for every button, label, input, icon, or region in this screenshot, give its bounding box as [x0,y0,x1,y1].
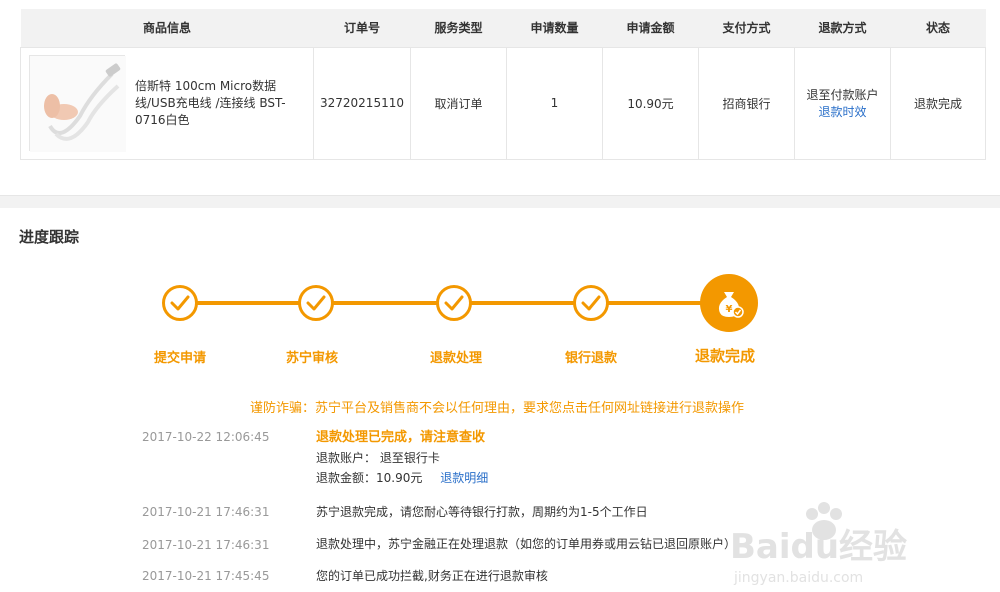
svg-text:¥: ¥ [726,304,733,315]
refund-detail-link[interactable]: 退款明细 [440,471,488,485]
step-3-check-icon [436,285,472,321]
order-panel: 商品信息 订单号 服务类型 申请数量 申请金额 支付方式 退款方式 状态 倍斯特… [0,0,1000,196]
progress-title: 进度跟踪 [19,228,80,246]
log-time-2: 2017-10-21 17:46:31 [142,505,270,519]
product-name-link[interactable]: 倍斯特 100cm Micro数据线/USB充电线 /连接线 BST-0716白… [135,78,307,129]
refund-method-text: 退至付款账户 [806,88,879,102]
header-quantity: 申请数量 [506,9,603,47]
step-label-processing: 退款处理 [429,351,482,366]
quantity-cell: 1 [506,46,603,160]
header-amount: 申请金额 [602,9,699,47]
table-header-row: 商品信息 订单号 服务类型 申请数量 申请金额 支付方式 退款方式 状态 [20,9,986,47]
order-no-cell: 32720215110 [313,46,411,160]
step-1-check-icon [162,285,198,321]
header-service-type: 服务类型 [410,9,507,47]
log-time-1: 2017-10-22 12:06:45 [142,430,270,444]
header-refund-method: 退款方式 [794,9,891,47]
refund-order-table: 商品信息 订单号 服务类型 申请数量 申请金额 支付方式 退款方式 状态 倍斯特… [20,9,986,160]
status-cell: 退款完成 [890,46,986,160]
step-label-bank-refund: 银行退款 [564,351,617,366]
step-label-review: 苏宁审核 [285,351,338,366]
refund-account-value: 退至银行卡 [379,451,440,465]
log-entry-1: 退款处理已完成，请注意查收 退款账户： 退至银行卡 退款金额：10.90元 退款… [316,428,488,488]
service-type-cell: 取消订单 [410,46,507,160]
refund-amount-value: 10.90元 [376,471,423,485]
refund-method-cell: 退至付款账户 退款时效 [794,46,891,160]
watermark-url: jingyan.baidu.com [733,570,863,586]
log-entry-4: 您的订单已成功拦截,财务正在进行退款审核 [316,569,548,583]
header-status: 状态 [890,9,986,47]
progress-panel: 进度跟踪 ¥ 提交申请 苏宁审核 退款处理 银行退款 退款完成 谨防诈骗：苏宁平… [0,208,1000,592]
header-payment: 支付方式 [698,9,795,47]
refund-amount-label: 退款金额： [316,471,377,485]
usb-cable-image [30,56,126,152]
step-4-check-icon [573,285,609,321]
table-row: 倍斯特 100cm Micro数据线/USB充电线 /连接线 BST-0716白… [20,46,986,160]
header-product-info: 商品信息 [20,9,314,47]
payment-cell: 招商银行 [698,46,795,160]
refund-timing-link[interactable]: 退款时效 [795,103,890,120]
product-image[interactable] [29,55,126,152]
fraud-warning: 谨防诈骗：苏宁平台及销售商不会以任何理由，要求您点击任何网址链接进行退款操作 [250,401,745,416]
log-time-3: 2017-10-21 17:46:31 [142,538,270,552]
product-cell: 倍斯特 100cm Micro数据线/USB充电线 /连接线 BST-0716白… [20,46,314,160]
step-label-completed: 退款完成 [694,347,755,365]
log-time-4: 2017-10-21 17:45:45 [142,569,270,583]
header-order-no: 订单号 [313,9,411,47]
refund-amount-line: 退款金额：10.90元 退款明细 [316,468,488,488]
refund-account-line: 退款账户： 退至银行卡 [316,448,488,468]
step-2-check-icon [298,285,334,321]
money-bag-icon: ¥ [700,274,758,332]
watermark-brand: Baidu经验 [730,527,907,567]
log-entry-3: 退款处理中，苏宁金融正在处理退款（如您的订单用券或用云钻已退回原账户） [316,537,737,551]
refund-account-label: 退款账户： [316,451,377,465]
amount-cell: 10.90元 [602,46,699,160]
log-headline: 退款处理已完成，请注意查收 [316,430,486,445]
baidu-jingyan-watermark: Baidu经验 jingyan.baidu.com [730,502,907,586]
log-entry-2: 苏宁退款完成，请您耐心等待银行打款，周期约为1-5个工作日 [316,505,648,519]
step-label-submit: 提交申请 [153,351,206,366]
